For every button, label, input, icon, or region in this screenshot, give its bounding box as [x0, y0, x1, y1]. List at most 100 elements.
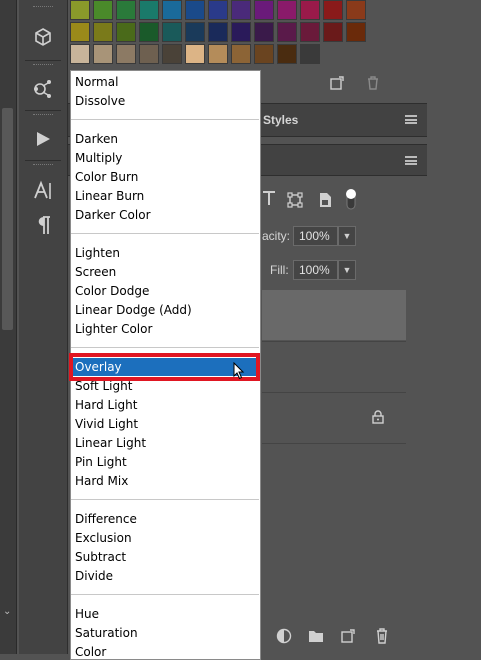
menu-item-color[interactable]: Color: [71, 643, 259, 659]
color-swatch[interactable]: [254, 0, 274, 20]
play-icon[interactable]: [19, 122, 67, 156]
menu-item-saturation[interactable]: Saturation: [71, 624, 259, 642]
cube-3d-icon[interactable]: [19, 20, 67, 54]
panel-grip[interactable]: [33, 114, 53, 118]
menu-separator: [71, 233, 259, 234]
color-swatch[interactable]: [277, 44, 297, 64]
opacity-field[interactable]: 100%: [293, 226, 338, 246]
menu-item-color-dodge[interactable]: Color Dodge: [71, 282, 259, 300]
menu-item-linear-dodge-add[interactable]: Linear Dodge (Add): [71, 301, 259, 319]
menu-item-normal[interactable]: Normal: [71, 73, 259, 91]
menu-separator: [71, 119, 259, 120]
panel-menu-icon[interactable]: [405, 156, 417, 165]
character-icon[interactable]: [19, 174, 67, 208]
folder-icon[interactable]: [306, 626, 326, 646]
color-swatch[interactable]: [70, 0, 90, 20]
color-swatch[interactable]: [139, 44, 159, 64]
fill-field[interactable]: 100%: [293, 260, 338, 280]
color-swatch[interactable]: [323, 22, 343, 42]
color-swatch[interactable]: [254, 44, 274, 64]
scrollbar-thumb[interactable]: [2, 108, 13, 330]
menu-item-linear-light[interactable]: Linear Light: [71, 434, 259, 452]
menu-item-dissolve[interactable]: Dissolve: [71, 92, 259, 110]
menu-item-vivid-light[interactable]: Vivid Light: [71, 415, 259, 433]
menu-item-color-burn[interactable]: Color Burn: [71, 168, 259, 186]
menu-separator: [71, 499, 259, 500]
color-swatch[interactable]: [116, 44, 136, 64]
color-swatch[interactable]: [346, 22, 366, 42]
color-swatch[interactable]: [139, 0, 159, 20]
menu-item-exclusion[interactable]: Exclusion: [71, 529, 259, 547]
menu-item-darker-color[interactable]: Darker Color: [71, 206, 259, 224]
shape-filter-icon[interactable]: [287, 192, 303, 211]
color-swatch[interactable]: [208, 0, 228, 20]
color-swatch[interactable]: [231, 44, 251, 64]
color-swatch[interactable]: [185, 22, 205, 42]
color-swatch[interactable]: [185, 0, 205, 20]
color-swatch[interactable]: [93, 0, 113, 20]
tool-panel-column: [19, 0, 68, 654]
color-swatch[interactable]: [208, 22, 228, 42]
color-swatch[interactable]: [231, 0, 251, 20]
color-swatch[interactable]: [93, 22, 113, 42]
color-swatch[interactable]: [277, 0, 297, 20]
panel-grip[interactable]: [33, 6, 53, 10]
menu-item-difference[interactable]: Difference: [71, 510, 259, 528]
color-swatch[interactable]: [323, 0, 343, 20]
chevron-down-icon[interactable]: ⌄: [3, 606, 11, 617]
color-swatch[interactable]: [162, 44, 182, 64]
menu-item-lighten[interactable]: Lighten: [71, 244, 259, 262]
color-swatch[interactable]: [139, 22, 159, 42]
color-swatch[interactable]: [116, 0, 136, 20]
menu-item-pin-light[interactable]: Pin Light: [71, 453, 259, 471]
chevron-down-icon[interactable]: ▼: [338, 226, 356, 246]
menu-item-hue[interactable]: Hue: [71, 605, 259, 623]
panel-grip[interactable]: [33, 64, 53, 68]
color-swatch[interactable]: [93, 44, 113, 64]
trash-icon[interactable]: [364, 74, 382, 92]
color-swatch[interactable]: [70, 22, 90, 42]
type-filter-icon[interactable]: [262, 190, 276, 209]
panel-menu-icon[interactable]: [405, 115, 417, 124]
menu-item-subtract[interactable]: Subtract: [71, 548, 259, 566]
paragraph-icon[interactable]: [19, 208, 67, 242]
menu-separator: [71, 347, 259, 348]
color-swatch[interactable]: [300, 0, 320, 20]
menu-item-hard-mix[interactable]: Hard Mix: [71, 472, 259, 490]
layer-row-selected[interactable]: [262, 290, 406, 340]
color-swatch[interactable]: [300, 22, 320, 42]
swatches-grid: [68, 0, 388, 66]
tab-styles[interactable]: Styles: [263, 113, 298, 127]
layer-row[interactable]: [262, 341, 406, 392]
color-swatch[interactable]: [162, 22, 182, 42]
fill-label: Fill:: [270, 263, 289, 277]
color-swatch[interactable]: [300, 44, 320, 64]
new-swatch-icon[interactable]: [328, 74, 346, 92]
menu-item-linear-burn[interactable]: Linear Burn: [71, 187, 259, 205]
menu-item-lighter-color[interactable]: Lighter Color: [71, 320, 259, 338]
chevron-down-icon[interactable]: ▼: [338, 260, 356, 280]
color-swatch[interactable]: [208, 44, 228, 64]
trash-icon[interactable]: [372, 626, 392, 646]
molecule-icon[interactable]: [19, 72, 67, 106]
color-swatch[interactable]: [116, 22, 136, 42]
menu-item-darken[interactable]: Darken: [71, 130, 259, 148]
menu-item-hard-light[interactable]: Hard Light: [71, 396, 259, 414]
menu-item-screen[interactable]: Screen: [71, 263, 259, 281]
toggle-icon[interactable]: [345, 187, 357, 214]
color-swatch[interactable]: [162, 0, 182, 20]
menu-item-multiply[interactable]: Multiply: [71, 149, 259, 167]
color-swatch[interactable]: [277, 22, 297, 42]
color-swatch[interactable]: [254, 22, 274, 42]
color-swatch[interactable]: [185, 44, 205, 64]
panel-grip[interactable]: [33, 164, 53, 168]
opacity-label: acity:: [262, 229, 291, 243]
color-swatch[interactable]: [231, 22, 251, 42]
layer-row-background[interactable]: [262, 392, 406, 444]
color-swatch[interactable]: [346, 0, 366, 20]
new-layer-icon[interactable]: [338, 626, 358, 646]
menu-item-divide[interactable]: Divide: [71, 567, 259, 585]
adjustment-layer-icon[interactable]: [274, 626, 294, 646]
smart-object-filter-icon[interactable]: [318, 192, 332, 211]
color-swatch[interactable]: [70, 44, 90, 64]
